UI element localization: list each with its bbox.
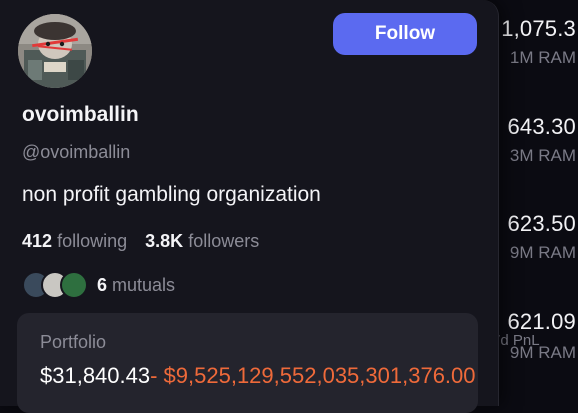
avatar-image: [18, 14, 92, 88]
following-count: 412: [22, 231, 53, 251]
following-link[interactable]: 412 following: [22, 231, 132, 251]
portfolio-value: $31,840.43: [40, 363, 151, 388]
following-label: following: [57, 231, 128, 251]
portfolio-pnl: - $9,525,129,552,035,301,376.00: [150, 363, 476, 388]
follow-button[interactable]: Follow: [333, 13, 477, 55]
followers-label: followers: [188, 231, 260, 251]
profile-handle: @ovoimballin: [22, 142, 131, 162]
followers-link[interactable]: 3.8K followers: [145, 231, 259, 251]
mutuals-text: 6 mutuals: [97, 275, 175, 296]
mutuals-count: 6: [97, 274, 108, 295]
profile-bio: non profit gambling organization: [22, 183, 321, 206]
portfolio-card: Portfolio $31,840.43- $9,525,129,552,035…: [17, 313, 478, 413]
profile-popover: Follow ovoimballin @ovoimballin non prof…: [0, 0, 499, 413]
mutual-avatar: [60, 271, 88, 299]
profile-avatar[interactable]: [18, 14, 92, 88]
mutuals-label: mutuals: [112, 274, 176, 295]
follow-stats: 412 following 3.8K followers: [22, 231, 259, 252]
portfolio-label: Portfolio: [40, 332, 107, 352]
profile-display-name[interactable]: ovoimballin: [22, 103, 139, 127]
mutuals-row[interactable]: 6 mutuals: [22, 271, 175, 299]
portfolio-values: $31,840.43- $9,525,129,552,035,301,376.0…: [40, 363, 476, 389]
followers-count: 3.8K: [145, 231, 184, 251]
pnl-column-label: 7d PnL: [492, 332, 540, 349]
